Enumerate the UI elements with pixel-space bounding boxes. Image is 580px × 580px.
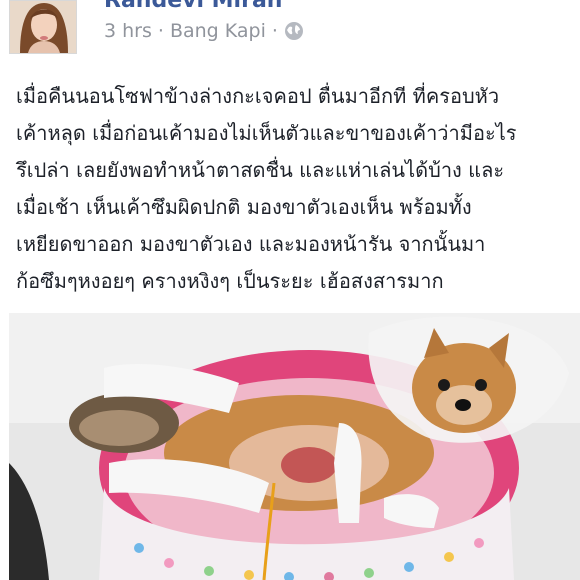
author-name[interactable]: Randevi Miran (104, 0, 282, 13)
meta-separator: · (157, 20, 164, 42)
post-body-line: เค้าหลุด เมื่อก่อนเค้ามองไม่เห็นตัวและขา… (16, 121, 517, 145)
post-meta: 3 hrs · Bang Kapi · (104, 20, 304, 42)
post-photo[interactable] (9, 313, 580, 580)
globe-icon[interactable] (284, 21, 304, 41)
post-body: เมื่อคืนนอนโซฟาข้างล่างกะเจคอป ตื่นมาอีก… (16, 78, 572, 300)
post-body-line: ก้อซึมๆหงอยๆ ครางหงิงๆ เป็นระยะ เฮ้อสงสา… (16, 269, 444, 293)
post-header: Randevi Miran 3 hrs · Bang Kapi · (0, 0, 580, 62)
dog-in-bed-photo (9, 313, 580, 580)
post-body-line: เมื่อเช้า เห็นเค้าซึมผิดปกติ มองขาตัวเอง… (16, 195, 472, 219)
post-body-line: รึเปล่า เลยยังพอทำหน้าตาสดชื่น และแห่าเล… (16, 158, 505, 182)
post-location[interactable]: Bang Kapi (170, 20, 266, 42)
post-timestamp[interactable]: 3 hrs (104, 20, 152, 42)
audience-separator: · (271, 20, 278, 42)
avatar[interactable] (9, 0, 77, 54)
post-body-line: เหยียดขาออก มองขาตัวเอง และมองหน้ารัน จา… (16, 232, 486, 256)
post-body-line: เมื่อคืนนอนโซฟาข้างล่างกะเจคอป ตื่นมาอีก… (16, 84, 500, 108)
avatar-photo (10, 1, 76, 53)
